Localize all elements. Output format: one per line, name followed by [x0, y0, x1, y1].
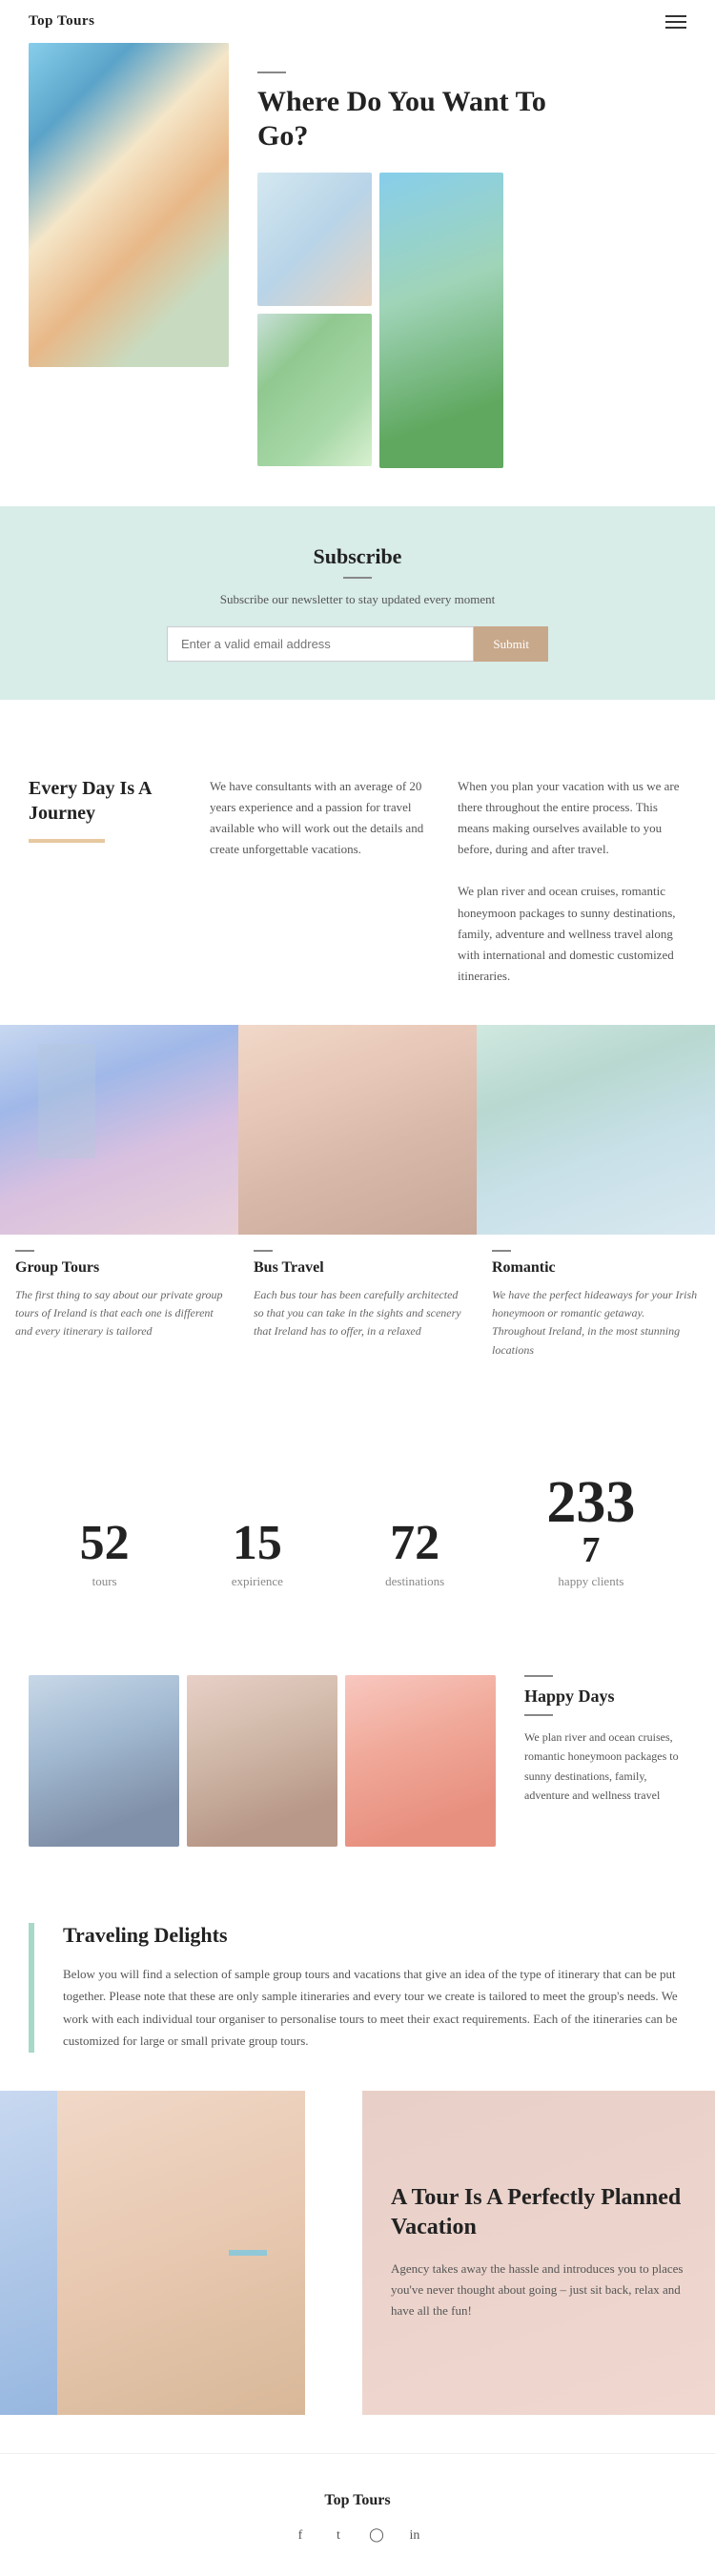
- journey-col1: We have consultants with an average of 2…: [210, 776, 439, 987]
- journey-right: We have consultants with an average of 2…: [210, 776, 686, 987]
- stat-clients-number2: 7: [546, 1532, 635, 1568]
- hero-small-image-bottom: [257, 314, 372, 466]
- hero-palm-image: [379, 173, 503, 468]
- subscribe-title: Subscribe: [29, 544, 686, 569]
- site-logo: Top Tours: [29, 13, 94, 30]
- journey-left: Every Day Is A Journey: [29, 776, 181, 987]
- tour-content-bus: Bus Travel Each bus tour has been carefu…: [238, 1235, 477, 1387]
- social-instagram-icon[interactable]: ◯: [365, 2525, 388, 2547]
- delights-text: Below you will find a selection of sampl…: [63, 1963, 686, 2053]
- happy-text: We plan river and ocean cruises, romanti…: [524, 1728, 686, 1806]
- journey-col2: When you plan your vacation with us we a…: [458, 776, 686, 987]
- tour-accent-group: [15, 1250, 34, 1252]
- hero-divider: [257, 72, 286, 73]
- vacation-accent-bar: [229, 2250, 267, 2256]
- happy-images: [29, 1675, 496, 1847]
- delights-content: Traveling Delights Below you will find a…: [63, 1923, 686, 2053]
- tours-section: Group Tours The first thing to say about…: [0, 1025, 715, 1425]
- hero-section: Where Do You Want To Go?: [0, 43, 715, 506]
- stat-experience-label: expirience: [232, 1574, 283, 1589]
- stat-tours-number: 52: [80, 1519, 130, 1568]
- tour-content-romantic: Romantic We have the perfect hideaways f…: [477, 1235, 715, 1387]
- vacation-overlay: A Tour Is A Perfectly Planned Vacation A…: [362, 2091, 715, 2415]
- tour-title-romantic: Romantic: [492, 1259, 700, 1277]
- stat-destinations-label: destinations: [385, 1574, 444, 1589]
- hero-left-image: [29, 43, 238, 468]
- hero-main-image: [29, 43, 229, 367]
- social-icons: f t ◯ in: [29, 2525, 686, 2547]
- delights-section: Traveling Delights Below you will find a…: [0, 1885, 715, 2091]
- vacation-text: Agency takes away the hassle and introdu…: [391, 2259, 686, 2321]
- subscribe-divider: [343, 577, 372, 579]
- vacation-background: [0, 2091, 267, 2415]
- hamburger-menu[interactable]: [665, 15, 686, 29]
- subscribe-email-input[interactable]: [167, 626, 474, 662]
- happy-image-1: [29, 1675, 179, 1847]
- happy-image-2: [187, 1675, 337, 1847]
- happy-title: Happy Days: [524, 1687, 686, 1707]
- happy-divider-bottom: [524, 1714, 553, 1716]
- subscribe-subtitle: Subscribe our newsletter to stay updated…: [29, 592, 686, 607]
- tour-content-group: Group Tours The first thing to say about…: [0, 1235, 238, 1387]
- stat-clients: 233 7 happy clients: [546, 1473, 635, 1589]
- tour-card-group: Group Tours The first thing to say about…: [0, 1025, 238, 1387]
- vacation-section: A Tour Is A Perfectly Planned Vacation A…: [0, 2091, 715, 2415]
- stat-destinations: 72 destinations: [385, 1519, 444, 1589]
- tour-desc-romantic: We have the perfect hideaways for your I…: [492, 1286, 700, 1360]
- social-facebook-icon[interactable]: f: [289, 2525, 312, 2547]
- subscribe-form: Submit: [167, 626, 548, 662]
- tour-image-bus: [238, 1025, 477, 1235]
- journey-accent: [29, 839, 105, 843]
- tour-title-bus: Bus Travel: [254, 1259, 461, 1277]
- stat-tours: 52 tours: [80, 1519, 130, 1589]
- journey-title: Every Day Is A Journey: [29, 776, 181, 826]
- vacation-title: A Tour Is A Perfectly Planned Vacation: [391, 2183, 686, 2242]
- happy-image-3: [345, 1675, 496, 1847]
- tour-desc-bus: Each bus tour has been carefully archite…: [254, 1286, 461, 1341]
- hero-images-row: [257, 173, 686, 468]
- tour-image-romantic: [477, 1025, 715, 1235]
- stat-clients-number1: 233: [546, 1473, 635, 1532]
- happy-divider-top: [524, 1675, 553, 1677]
- hero-small-images: [257, 173, 372, 468]
- tours-grid: Group Tours The first thing to say about…: [0, 1025, 715, 1387]
- stats-section: 52 tours 15 expirience 72 destinations 2…: [0, 1425, 715, 1637]
- subscribe-section: Subscribe Subscribe our newsletter to st…: [0, 506, 715, 700]
- tour-image-group: [0, 1025, 238, 1235]
- footer: Top Tours f t ◯ in: [0, 2453, 715, 2576]
- tour-card-bus: Bus Travel Each bus tour has been carefu…: [238, 1025, 477, 1387]
- stat-tours-label: tours: [80, 1574, 130, 1589]
- stat-experience: 15 expirience: [232, 1519, 283, 1589]
- social-linkedin-icon[interactable]: in: [403, 2525, 426, 2547]
- stat-clients-label: happy clients: [546, 1574, 635, 1589]
- tour-title-group: Group Tours: [15, 1259, 223, 1277]
- tour-accent-bus: [254, 1250, 273, 1252]
- happy-days-section: Happy Days We plan river and ocean cruis…: [0, 1637, 715, 1885]
- hero-right-content: Where Do You Want To Go?: [238, 43, 686, 468]
- stat-experience-number: 15: [232, 1519, 283, 1568]
- tour-card-romantic: Romantic We have the perfect hideaways f…: [477, 1025, 715, 1387]
- delights-title: Traveling Delights: [63, 1923, 686, 1948]
- subscribe-submit-button[interactable]: Submit: [474, 626, 548, 662]
- social-twitter-icon[interactable]: t: [327, 2525, 350, 2547]
- footer-logo: Top Tours: [29, 2492, 686, 2509]
- tour-desc-group: The first thing to say about our private…: [15, 1286, 223, 1341]
- hero-small-image-top: [257, 173, 372, 306]
- journey-section: Every Day Is A Journey We have consultan…: [0, 738, 715, 1025]
- hero-title: Where Do You Want To Go?: [257, 85, 686, 153]
- stat-destinations-number: 72: [385, 1519, 444, 1568]
- happy-text-block: Happy Days We plan river and ocean cruis…: [515, 1675, 686, 1806]
- delights-accent-bar: [29, 1923, 34, 2053]
- tour-accent-romantic: [492, 1250, 511, 1252]
